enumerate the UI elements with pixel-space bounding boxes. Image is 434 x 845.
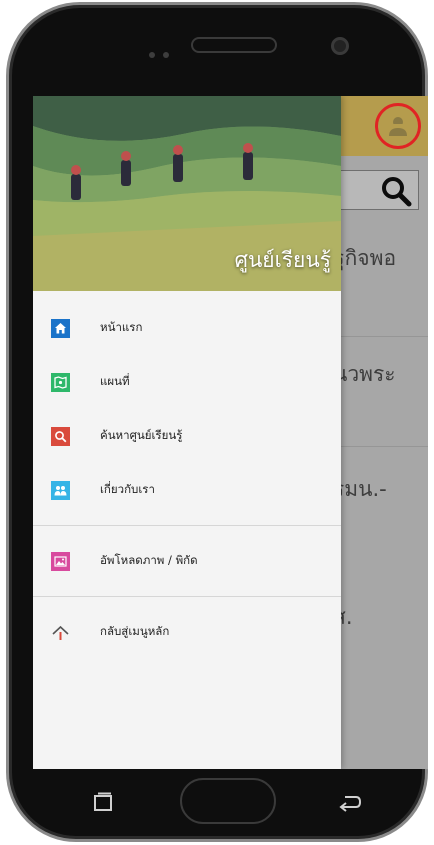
menu-item-label: อัพโหลดภาพ / พิกัด xyxy=(100,553,198,567)
speaker-grille xyxy=(191,37,277,53)
navigation-drawer: ศูนย์เรียนรู้ หน้าแรก แผนที่ ค้นหาศูนย์เ… xyxy=(33,96,341,769)
menu-item-upload[interactable]: อัพโหลดภาพ / พิกัด xyxy=(33,534,341,588)
image-icon xyxy=(51,551,70,571)
home-button[interactable] xyxy=(180,778,276,824)
drawer-menu: หน้าแรก แผนที่ ค้นหาศูนย์เรียนรู้ เกี่ยว… xyxy=(33,291,341,659)
profile-button[interactable] xyxy=(375,103,421,149)
menu-item-label: หน้าแรก xyxy=(100,320,143,334)
drawer-scrim[interactable] xyxy=(333,156,428,769)
drawer-header-image: ศูนย์เรียนรู้ xyxy=(33,96,341,291)
menu-item-label: เกี่ยวกับเรา xyxy=(100,482,155,496)
back-icon[interactable] xyxy=(338,792,362,812)
menu-item-search-centers[interactable]: ค้นหาศูนย์เรียนรู้ xyxy=(33,409,341,463)
map-icon xyxy=(51,372,70,392)
front-camera xyxy=(331,37,349,55)
menu-item-map[interactable]: แผนที่ xyxy=(33,355,341,409)
menu-item-back-to-main[interactable]: กลับสู่เมนูหลัก xyxy=(33,605,341,659)
menu-item-home[interactable]: หน้าแรก xyxy=(33,301,341,355)
drawer-title: ศูนย์เรียนรู้ xyxy=(234,248,331,272)
menu-divider xyxy=(33,596,341,597)
menu-divider xyxy=(33,525,341,526)
screen: ฐกิจพอ นวพระ รมน.- ส. . ศูนย์เรียนรู้ xyxy=(33,96,428,769)
arrow-up-icon xyxy=(51,623,70,642)
menu-item-label: แผนที่ xyxy=(100,374,130,388)
menu-item-about[interactable]: เกี่ยวกับเรา xyxy=(33,463,341,517)
menu-item-label: กลับสู่เมนูหลัก xyxy=(100,624,170,638)
people-icon xyxy=(51,480,70,500)
user-icon xyxy=(389,117,407,136)
sensor-dots xyxy=(149,43,177,62)
menu-item-label: ค้นหาศูนย์เรียนรู้ xyxy=(100,428,183,442)
recent-apps-icon[interactable] xyxy=(92,792,114,812)
home-icon xyxy=(51,318,70,338)
search-icon xyxy=(51,426,70,446)
